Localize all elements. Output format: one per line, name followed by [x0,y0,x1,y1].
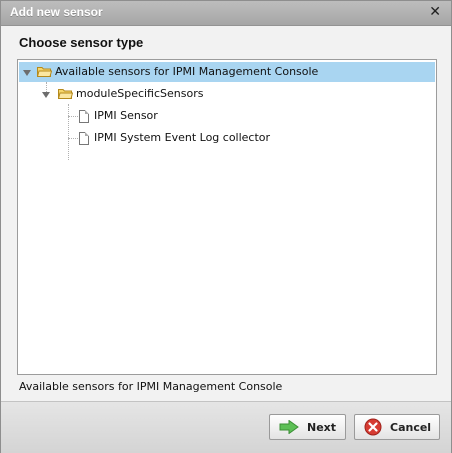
selection-status-text: Available sensors for IPMI Management Co… [19,380,283,393]
cancel-button-label: Cancel [390,421,432,434]
expand-arrow-icon[interactable] [42,92,50,98]
open-folder-icon [58,89,73,99]
document-icon [79,132,89,145]
tree-node-root-label: Available sensors for IPMI Management Co… [55,65,319,78]
tree-node-group[interactable]: moduleSpecificSensors [18,84,434,104]
document-icon [79,110,89,123]
cancel-button[interactable]: Cancel [354,414,440,440]
tree-node-item[interactable]: IPMI System Event Log collector [18,128,434,148]
section-heading: Choose sensor type [19,35,144,50]
open-folder-icon [37,67,52,77]
next-button[interactable]: Next [269,414,346,440]
cancel-icon [364,418,382,436]
tree-node-root[interactable]: Available sensors for IPMI Management Co… [19,62,435,82]
tree-node-item-label: IPMI Sensor [94,109,158,122]
tree-node-item-label: IPMI System Event Log collector [94,131,271,144]
tree-node-group-label: moduleSpecificSensors [76,87,204,100]
close-icon[interactable]: ✕ [429,4,441,20]
sensor-tree[interactable]: Available sensors for IPMI Management Co… [17,59,437,375]
add-sensor-dialog: Add new sensor ✕ Choose sensor type Avai… [0,0,452,453]
tree-node-item[interactable]: IPMI Sensor [18,106,434,126]
arrow-right-icon [279,420,299,434]
dialog-title: Add new sensor [10,5,103,19]
next-button-label: Next [307,421,337,434]
expand-arrow-icon[interactable] [23,70,31,76]
dialog-footer: Next Cancel [1,401,451,453]
dialog-titlebar[interactable]: Add new sensor ✕ [1,1,451,26]
